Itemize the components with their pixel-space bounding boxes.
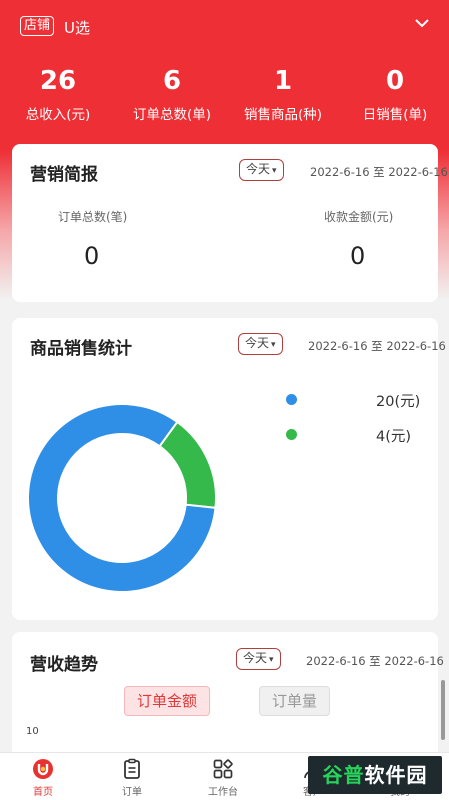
legend-value: 20(元) bbox=[376, 394, 421, 410]
stats-row: 26 总收入(元) 6 订单总数(单) 1 销售商品(种) 0 日销售(单) bbox=[0, 64, 449, 134]
watermark-logo: 谷普软件园 bbox=[308, 756, 442, 794]
tab-orders[interactable]: 订单 bbox=[87, 757, 177, 798]
watermark-text-a: 谷普 bbox=[322, 763, 365, 787]
stat-label: 总收入(元) bbox=[25, 107, 91, 123]
home-icon bbox=[33, 759, 53, 779]
card-title: 营收趋势 bbox=[30, 655, 98, 675]
date-range: 2022-6-16 至 2022-6-16 bbox=[306, 654, 444, 668]
card-title: 营销简报 bbox=[30, 165, 98, 185]
stat-daily-sales[interactable]: 0 日销售(单) bbox=[339, 64, 449, 126]
revenue-trend-card: 营收趋势 今天 ▾ 2022-6-16 至 2022-6-16 订单金额 订单量 … bbox=[12, 632, 444, 762]
stat-label: 日销售(单) bbox=[362, 107, 428, 123]
legend-dot-blue bbox=[286, 394, 297, 405]
shop-name[interactable]: U选 bbox=[64, 17, 90, 38]
sales-donut-chart bbox=[27, 403, 217, 593]
caret-down-icon: ▾ bbox=[269, 655, 274, 665]
stat-products-sold[interactable]: 1 销售商品(种) bbox=[227, 64, 339, 126]
stat-order-total[interactable]: 6 订单总数(单) bbox=[116, 64, 228, 126]
watermark-text-b: 软件园 bbox=[364, 763, 428, 787]
tab-workbench[interactable]: 工作台 bbox=[178, 757, 268, 798]
date-range: 2022-6-16 至 2022-6-16 bbox=[310, 165, 448, 179]
top-bar: 店铺 U选 bbox=[0, 12, 449, 42]
legend-value: 4(元) bbox=[376, 429, 412, 445]
range-label: 今天 bbox=[243, 651, 268, 665]
scrollbar[interactable] bbox=[441, 680, 445, 740]
tab-label: 订单 bbox=[122, 787, 142, 798]
caret-down-icon: ▾ bbox=[271, 340, 276, 350]
legend-dot-green bbox=[286, 429, 297, 440]
shop-tag: 店铺 bbox=[20, 16, 55, 36]
marketing-brief-card: 营销简报 今天 ▾ 2022-6-16 至 2022-6-16 订单总数(笔) 0… bbox=[12, 144, 448, 302]
workbench-icon bbox=[213, 759, 233, 779]
range-select-button[interactable]: 今天 ▾ bbox=[239, 159, 284, 181]
card-title: 商品销售统计 bbox=[30, 339, 132, 359]
range-label: 今天 bbox=[246, 162, 271, 176]
range-select-button[interactable]: 今天 ▾ bbox=[238, 333, 283, 355]
caret-down-icon: ▾ bbox=[272, 166, 277, 176]
sales-stats-card: 商品销售统计 今天 ▾ 2022-6-16 至 2022-6-16 20(元) 4… bbox=[12, 318, 446, 620]
payment-amount-label: 收款金额(元) bbox=[324, 210, 394, 224]
tab-order-count[interactable]: 订单量 bbox=[259, 686, 331, 716]
range-label: 今天 bbox=[245, 336, 270, 350]
tab-label: 工作台 bbox=[208, 787, 238, 798]
chevron-down-icon[interactable] bbox=[413, 14, 431, 32]
stat-value: 26 bbox=[39, 66, 77, 96]
tab-order-amount[interactable]: 订单金额 bbox=[124, 686, 211, 716]
orders-count-label: 订单总数(笔) bbox=[58, 210, 128, 224]
tab-home[interactable]: 首页 bbox=[0, 757, 88, 798]
range-select-button[interactable]: 今天 ▾ bbox=[236, 648, 281, 670]
stat-label: 销售商品(种) bbox=[243, 107, 323, 123]
tab-label: 首页 bbox=[33, 787, 53, 798]
order-icon bbox=[124, 758, 140, 779]
date-range: 2022-6-16 至 2022-6-16 bbox=[308, 339, 446, 353]
stat-label: 订单总数(单) bbox=[132, 107, 212, 123]
stat-value: 6 bbox=[162, 66, 182, 96]
payment-amount-value: 0 bbox=[350, 242, 366, 270]
orders-count-value: 0 bbox=[84, 242, 100, 270]
stat-value: 0 bbox=[385, 66, 405, 96]
stat-value: 1 bbox=[273, 66, 293, 96]
stat-total-income[interactable]: 26 总收入(元) bbox=[2, 64, 114, 126]
y-axis-tick: 10 bbox=[26, 726, 39, 737]
